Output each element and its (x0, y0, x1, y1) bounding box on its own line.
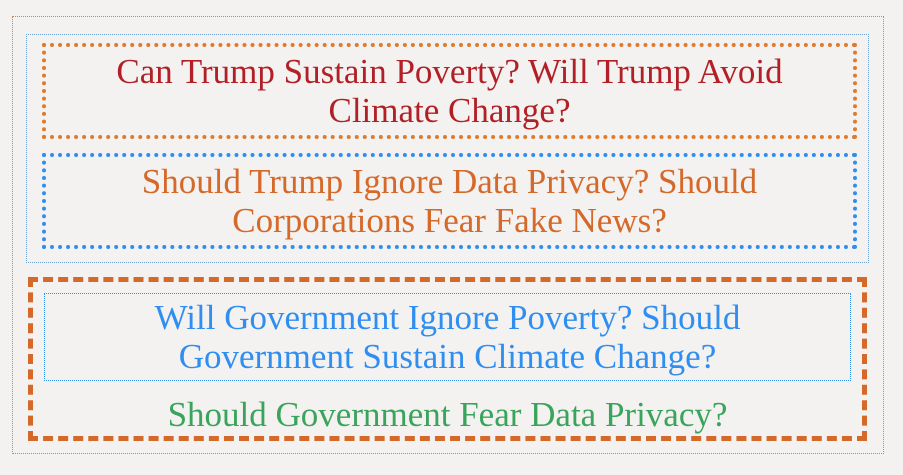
question-box-1-text: Can Trump Sustain Poverty? Will Trump Av… (116, 52, 782, 130)
question-box-3-line-1: Will Government Ignore Poverty? Should (154, 298, 741, 337)
question-box-2-line-1: Should Trump Ignore Data Privacy? Should (141, 162, 758, 201)
question-box-3: Will Government Ignore Poverty? Should G… (44, 293, 851, 381)
question-box-2-text: Should Trump Ignore Data Privacy? Should… (142, 162, 757, 240)
question-box-1-line-2: Climate Change? (328, 91, 571, 130)
question-box-1-line-1: Can Trump Sustain Poverty? Will Trump Av… (116, 52, 783, 91)
question-box-4-line-1: Should Government Fear Data Privacy? (167, 394, 728, 434)
question-box-1: Can Trump Sustain Poverty? Will Trump Av… (42, 43, 857, 139)
question-box-4: Should Government Fear Data Privacy? (44, 391, 851, 437)
question-box-2: Should Trump Ignore Data Privacy? Should… (42, 153, 857, 249)
question-box-2-line-2: Corporations Fear Fake News? (232, 201, 667, 240)
question-box-3-line-2: Government Sustain Climate Change? (178, 337, 717, 376)
question-box-3-text: Will Government Ignore Poverty? Should G… (155, 298, 741, 376)
